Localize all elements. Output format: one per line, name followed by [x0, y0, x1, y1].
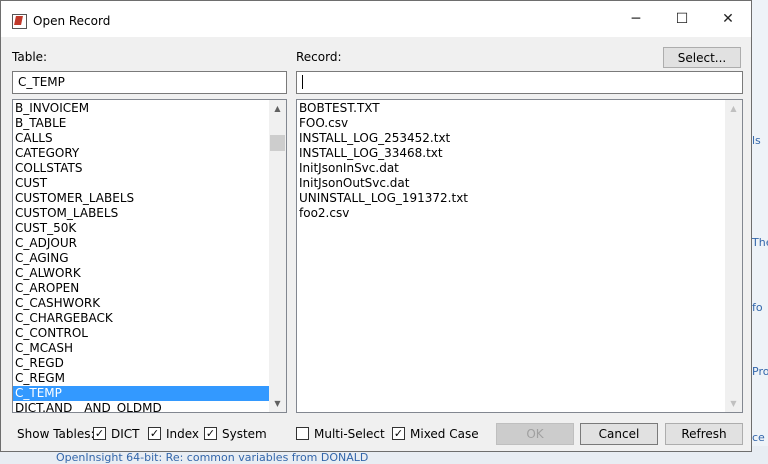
refresh-button[interactable]: Refresh [665, 423, 743, 445]
scroll-up-arrow-icon[interactable]: ▲ [725, 100, 742, 117]
table-list-item[interactable]: CATEGORY [13, 146, 269, 161]
table-list-item[interactable]: CUST [13, 176, 269, 191]
table-list-item[interactable]: CUSTOMER_LABELS [13, 191, 269, 206]
table-list[interactable]: B_INVOICEM B_TABLE CALLS CATEGORY COLLSTATS C… [12, 99, 287, 413]
table-list-item[interactable]: DICT.AND__AND_OLDMD [13, 401, 269, 412]
minimize-button[interactable]: ─ [613, 1, 659, 37]
open-record-dialog: Open Record ─ ☐ ✕ Table: C_TEMP Record: … [0, 0, 752, 452]
system-checkbox-label[interactable]: System [222, 427, 267, 441]
record-list-item[interactable]: foo2.csv [297, 206, 725, 221]
multi-select-label[interactable]: Multi-Select [314, 427, 385, 441]
table-list-item[interactable]: C_MCASH [13, 341, 269, 356]
scroll-up-arrow-icon[interactable]: ▲ [269, 100, 286, 117]
table-list-item[interactable]: C_CHARGEBACK [13, 311, 269, 326]
table-list-item[interactable]: C_CASHWORK [13, 296, 269, 311]
record-list-item[interactable]: BOBTEST.TXT [297, 101, 725, 116]
record-list[interactable]: BOBTEST.TXT FOO.csv INSTALL_LOG_253452.txt… [296, 99, 743, 413]
show-tables-label: Show Tables: [17, 427, 95, 441]
table-list-item[interactable]: C_REGM [13, 371, 269, 386]
record-input[interactable] [296, 71, 743, 94]
scroll-down-arrow-icon[interactable]: ▼ [725, 395, 742, 412]
background-link[interactable]: ls [752, 134, 761, 147]
dict-checkbox-label[interactable]: DICT [111, 427, 140, 441]
close-button[interactable]: ✕ [705, 1, 751, 37]
background-footer-link[interactable]: OpenInsight 64-bit: Re: common variables… [56, 451, 368, 464]
table-list-item[interactable]: COLLSTATS [13, 161, 269, 176]
table-list-item[interactable]: CALLS [13, 131, 269, 146]
background-link[interactable]: ce A [752, 431, 768, 444]
table-list-item[interactable]: C_ALWORK [13, 266, 269, 281]
ok-button[interactable]: OK [496, 423, 574, 445]
table-input[interactable]: C_TEMP [12, 71, 287, 94]
scroll-down-arrow-icon[interactable]: ▼ [269, 395, 286, 412]
table-list-item[interactable]: CUSTOM_LABELS [13, 206, 269, 221]
system-checkbox[interactable]: ✓ [204, 427, 217, 440]
table-list-item[interactable]: C_ADJOUR [13, 236, 269, 251]
dict-checkbox[interactable]: ✓ [93, 427, 106, 440]
record-list-item[interactable]: INSTALL_LOG_253452.txt [297, 131, 725, 146]
record-list-item[interactable]: UNINSTALL_LOG_191372.txt [297, 191, 725, 206]
table-list-item[interactable]: B_TABLE [13, 116, 269, 131]
table-list-scrollbar[interactable]: ▲ ▼ [269, 100, 286, 412]
window-title: Open Record [33, 14, 111, 28]
record-list-scrollbar[interactable]: ▲ ▼ [725, 100, 742, 412]
index-checkbox-label[interactable]: Index [166, 427, 199, 441]
record-list-item[interactable]: FOO.csv [297, 116, 725, 131]
background-link[interactable]: Proc [752, 365, 768, 378]
app-icon [12, 14, 27, 29]
record-list-item[interactable]: InitJsonInSvc.dat [297, 161, 725, 176]
text-caret [302, 75, 303, 89]
cancel-button[interactable]: Cancel [580, 423, 658, 445]
title-bar[interactable]: Open Record ─ ☐ ✕ [1, 1, 751, 37]
record-list-item[interactable]: INSTALL_LOG_33468.txt [297, 146, 725, 161]
record-label: Record: [296, 50, 342, 64]
scroll-thumb[interactable] [270, 135, 285, 151]
background-link[interactable]: fo [752, 301, 763, 314]
table-list-item[interactable]: C_TEMP [13, 386, 269, 401]
multi-select-checkbox[interactable] [296, 427, 309, 440]
mixed-case-checkbox[interactable]: ✓ [392, 427, 405, 440]
table-list-item[interactable]: C_REGD [13, 356, 269, 371]
table-list-item[interactable]: CUST_50K [13, 221, 269, 236]
record-list-item[interactable]: InitJsonOutSvc.dat [297, 176, 725, 191]
table-list-item[interactable]: C_AGING [13, 251, 269, 266]
maximize-button[interactable]: ☐ [659, 1, 705, 37]
index-checkbox[interactable]: ✓ [148, 427, 161, 440]
select-button[interactable]: Select... [663, 47, 741, 68]
table-list-item[interactable]: C_CONTROL [13, 326, 269, 341]
background-link[interactable]: The [752, 236, 768, 249]
table-list-item[interactable]: C_AROPEN [13, 281, 269, 296]
table-label: Table: [12, 50, 48, 64]
table-list-item[interactable]: B_INVOICEM [13, 101, 269, 116]
mixed-case-label[interactable]: Mixed Case [410, 427, 479, 441]
